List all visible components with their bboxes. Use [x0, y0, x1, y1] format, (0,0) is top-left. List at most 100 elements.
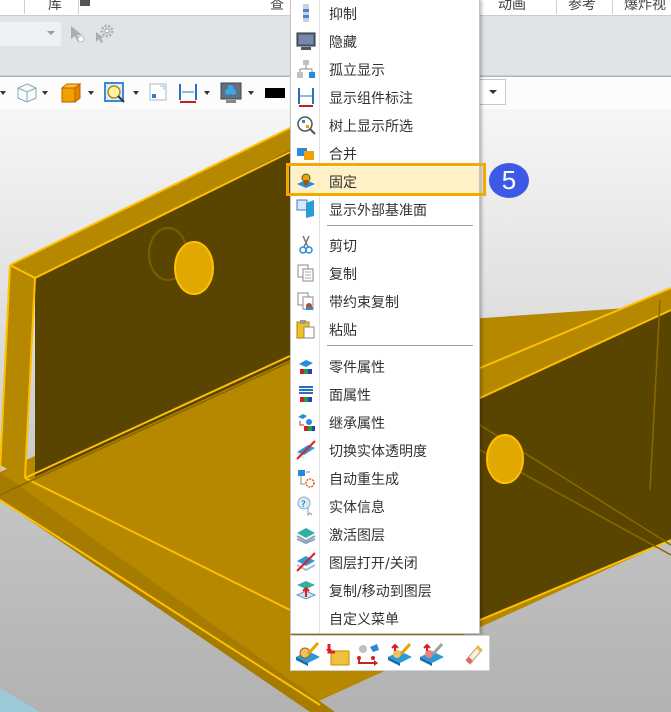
menu-item-label: 继承属性 [329, 416, 385, 432]
menu-item-label: 合并 [329, 147, 357, 163]
edit-component-icon[interactable] [387, 641, 413, 667]
merge-icon [296, 143, 316, 163]
tab-exploded-view[interactable]: 爆炸视 [618, 0, 671, 14]
ground-plane [0, 688, 40, 712]
menu-item-part-properties[interactable]: 零件属性 [291, 352, 479, 380]
layer-toggle-icon [296, 552, 316, 572]
menu-item-label: 实体信息 [329, 500, 385, 516]
tab-reference[interactable]: 参考 [562, 0, 602, 14]
menu-item-label: 显示组件标注 [329, 91, 413, 107]
menu-item-label: 复制/移动到图层 [329, 584, 432, 600]
menu-item-label: 面属性 [329, 388, 371, 404]
menu-item-paste[interactable]: 粘贴 [291, 315, 479, 343]
part-properties-icon [296, 356, 316, 376]
edit-part-icon[interactable] [295, 641, 321, 667]
chevron-down-icon[interactable] [204, 91, 210, 95]
menu-item-label: 自定义菜单 [329, 612, 399, 628]
menu-item-isolate[interactable]: 孤立显示 [291, 55, 479, 83]
hole-right[interactable] [486, 434, 524, 484]
dimension-icon[interactable] [178, 82, 198, 104]
step-number-badge: 5 [489, 163, 529, 198]
hide-icon [296, 31, 316, 51]
eraser-icon[interactable] [461, 641, 487, 667]
cut-icon [296, 235, 316, 255]
menu-item-inherit-properties[interactable]: 继承属性 [291, 408, 479, 436]
chevron-down-icon[interactable] [0, 91, 6, 95]
copy-with-constraints-icon [296, 291, 316, 311]
menu-item-show-in-tree[interactable]: 树上显示所选 [291, 111, 479, 139]
menu-item-cut[interactable]: 剪切 [291, 231, 479, 259]
context-menu: 抑制 隐藏 孤立显示 显示组件标注 树上显示所选 合并 固定 显示外部基准面 剪… [290, 0, 480, 634]
menu-item-label: 复制 [329, 267, 357, 283]
menu-item-fix[interactable]: 固定 [291, 167, 479, 195]
menu-item-label: 图层打开/关闭 [329, 556, 418, 572]
tab-animation[interactable]: 动画 [492, 0, 532, 14]
menu-item-suppress[interactable]: 抑制 [291, 0, 479, 27]
menu-item-entity-info[interactable]: ? 实体信息 [291, 492, 479, 520]
menu-item-merge[interactable]: 合并 [291, 139, 479, 167]
menu-item-label: 自动重生成 [329, 472, 399, 488]
menu-item-label: 剪切 [329, 239, 357, 255]
show-in-tree-icon [296, 115, 316, 135]
pick-settings-icon[interactable] [94, 24, 114, 44]
hole-left[interactable] [174, 241, 214, 295]
inherit-properties-icon [296, 412, 316, 432]
activate-layer-icon [296, 524, 316, 545]
copy-icon [296, 263, 316, 283]
zoom-fit-icon[interactable] [104, 82, 126, 104]
chevron-down-icon[interactable] [88, 91, 94, 95]
menu-item-label: 隐藏 [329, 35, 357, 51]
chevron-down-icon[interactable] [42, 91, 48, 95]
chevron-down-icon[interactable] [248, 91, 254, 95]
menu-item-show-component-dimension[interactable]: 显示组件标注 [291, 83, 479, 111]
menu-item-label: 切换实体透明度 [329, 444, 427, 460]
tab-inquire[interactable]: 查 [264, 0, 290, 14]
chevron-down-icon[interactable] [133, 91, 139, 95]
color-swatch-icon[interactable] [265, 88, 285, 98]
redefine-icon[interactable] [419, 641, 445, 667]
menu-item-copy-with-constraints[interactable]: 带约束复制 [291, 287, 479, 315]
menu-item-label: 孤立显示 [329, 63, 385, 79]
menu-item-label: 树上显示所选 [329, 119, 413, 135]
filter-combo[interactable] [0, 22, 62, 46]
menu-item-label: 抑制 [329, 7, 357, 23]
menu-separator [327, 225, 473, 226]
menu-item-show-external-datum[interactable]: 显示外部基准面 [291, 195, 479, 223]
menu-item-toggle-transparency[interactable]: 切换实体透明度 [291, 436, 479, 464]
menu-item-label: 固定 [329, 175, 357, 191]
component-dimension-icon [296, 87, 316, 107]
menu-separator [327, 345, 473, 346]
menu-item-copy[interactable]: 复制 [291, 259, 479, 287]
tab-library[interactable]: 库 [42, 0, 68, 14]
pick-cursor-icon[interactable] [68, 24, 88, 44]
external-datum-icon [296, 199, 316, 219]
menu-item-label: 显示外部基准面 [329, 203, 427, 219]
menu-item-hide[interactable]: 隐藏 [291, 27, 479, 55]
menu-item-copy-move-to-layer[interactable]: 复制/移动到图层 [291, 576, 479, 604]
tab-separator [612, 0, 613, 14]
wireframe-cube-icon[interactable] [16, 82, 38, 104]
view-combo[interactable] [478, 79, 506, 105]
menu-item-layer-toggle[interactable]: 图层打开/关闭 [291, 548, 479, 576]
toggle-transparency-icon [296, 440, 316, 460]
fix-icon [296, 171, 316, 191]
chevron-down-icon [489, 90, 497, 94]
move-component-icon[interactable] [355, 641, 381, 667]
paste-icon [296, 319, 316, 339]
menu-item-customize-menu[interactable]: 自定义菜单 [291, 604, 479, 632]
menu-item-face-properties[interactable]: 面属性 [291, 380, 479, 408]
view-frame-icon[interactable] [148, 82, 168, 104]
chevron-down-icon [47, 31, 55, 35]
tab-separator [24, 0, 25, 14]
suppress-icon [296, 3, 316, 23]
svg-text:?: ? [301, 500, 306, 510]
tab-separator [78, 0, 79, 14]
entity-info-icon: ? [296, 496, 316, 517]
tab-pin-icon[interactable] [80, 0, 90, 6]
shaded-cube-icon[interactable] [60, 82, 82, 104]
menu-item-activate-layer[interactable]: 激活图层 [291, 520, 479, 548]
display-settings-icon[interactable] [220, 82, 242, 104]
menu-item-auto-regenerate[interactable]: 自动重生成 [291, 464, 479, 492]
open-folder-icon[interactable] [325, 641, 351, 667]
menu-item-label: 粘贴 [329, 323, 357, 339]
